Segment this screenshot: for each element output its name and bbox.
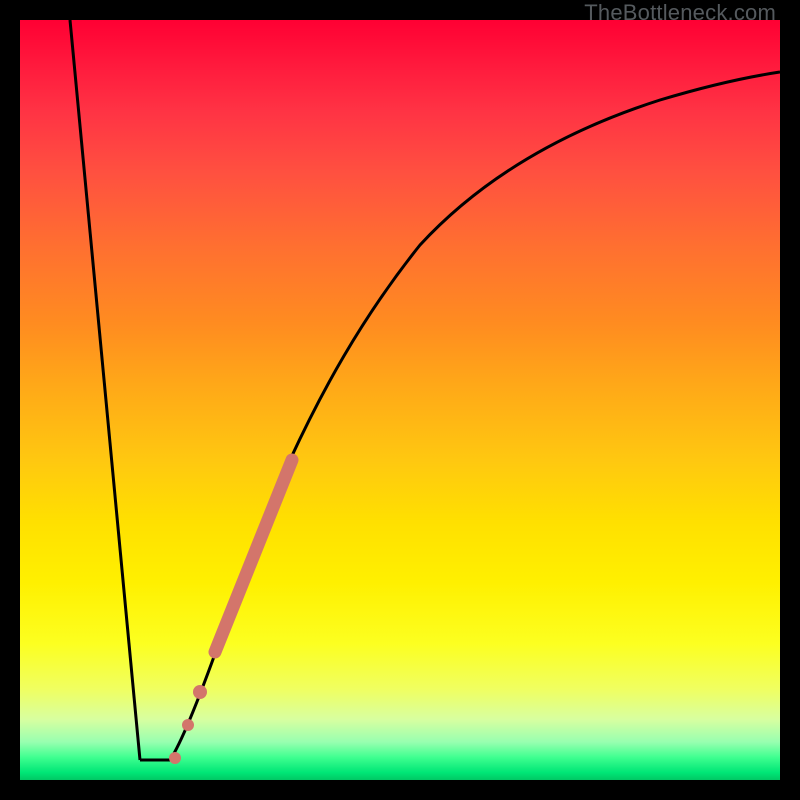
chart-frame: TheBottleneck.com [0, 0, 800, 800]
highlight-dot [182, 719, 194, 731]
watermark-text: TheBottleneck.com [584, 0, 776, 26]
series-left-falling-line [70, 20, 140, 760]
plot-area [20, 20, 780, 780]
chart-svg [20, 20, 780, 780]
series-highlight-segment [215, 460, 292, 652]
series-rising-curve [170, 72, 780, 760]
highlight-dot [193, 685, 207, 699]
highlight-dot [169, 752, 181, 764]
